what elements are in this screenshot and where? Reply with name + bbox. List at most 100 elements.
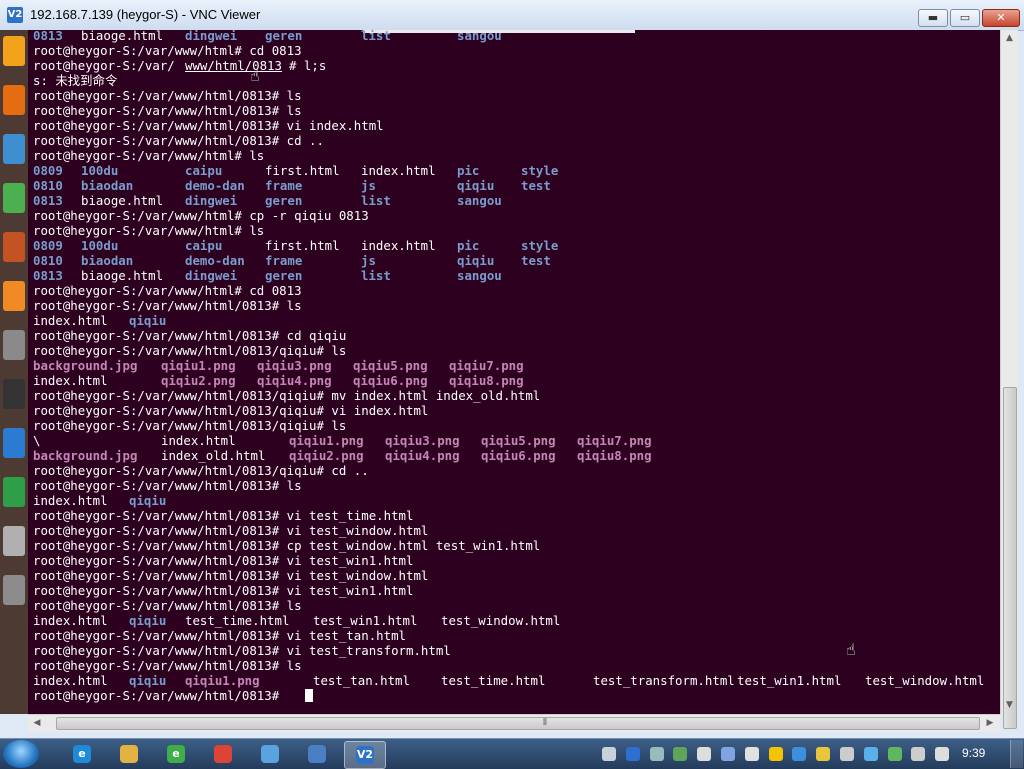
terminal-text: root@heygor-S:/var/www/html/0813# vi tes… bbox=[33, 553, 414, 568]
volume-icon[interactable] bbox=[840, 747, 854, 761]
media-taskbar-button[interactable] bbox=[297, 741, 337, 767]
directory-entry: demo-dan bbox=[185, 178, 245, 193]
image-file-entry: qiqiu1.png bbox=[185, 673, 260, 688]
terminal-text: first.html bbox=[265, 238, 340, 253]
terminal-view[interactable]: 0813 biaoge.html dingwei geren list sangou roo… bbox=[28, 30, 1000, 714]
qq-browser-icon bbox=[261, 745, 279, 763]
directory-entry: 0813 bbox=[33, 268, 63, 283]
directory-entry: frame bbox=[265, 178, 303, 193]
terminal-icon[interactable] bbox=[3, 379, 25, 409]
tray-app-icon[interactable] bbox=[721, 747, 735, 761]
firefox-icon[interactable] bbox=[3, 85, 25, 115]
update-icon[interactable] bbox=[3, 477, 25, 507]
vnc-app-icon[interactable]: V2 bbox=[7, 7, 23, 23]
image-file-entry: qiqiu5.png bbox=[353, 358, 428, 373]
ie-icon: e bbox=[73, 745, 91, 763]
chat-icon[interactable] bbox=[792, 747, 807, 761]
antivirus-icon[interactable] bbox=[673, 747, 688, 761]
terminal-text: root@heygor-S:/var/www/html/0813# cp tes… bbox=[33, 538, 541, 553]
flag-icon[interactable] bbox=[744, 747, 759, 761]
chrome-taskbar-button[interactable] bbox=[203, 741, 243, 767]
terminal-text: index.html bbox=[33, 613, 108, 628]
directory-entry: 0809 bbox=[33, 238, 63, 253]
terminal-text: root@heygor-S:/var/www/html# cd 0813 bbox=[33, 283, 302, 298]
writer-icon[interactable] bbox=[3, 134, 25, 164]
title-bar[interactable]: V2 192.168.7.139 (heygor-S) - VNC Viewer… bbox=[0, 0, 1024, 31]
scroll-up-arrow-icon[interactable]: ▲ bbox=[1001, 33, 1018, 43]
terminal-text: biaoge.html bbox=[81, 193, 164, 208]
remote-icon[interactable] bbox=[3, 428, 25, 458]
horizontal-scroll-thumb[interactable]: ⦀ bbox=[56, 717, 980, 730]
terminal-text: root@heygor-S:/var/www/html/0813# vi tes… bbox=[33, 508, 414, 523]
directory-entry: dingwei bbox=[185, 268, 238, 283]
terminal-text: index.html bbox=[33, 493, 108, 508]
terminal-text: test_window.html bbox=[865, 673, 985, 688]
vnc-viewer-taskbar-button[interactable]: V2 bbox=[344, 741, 386, 769]
minimize-button[interactable]: ▬ bbox=[918, 9, 948, 27]
horizontal-scrollbar[interactable]: ◀ ⦀ ▶ bbox=[28, 714, 1000, 732]
software-center-icon[interactable] bbox=[3, 281, 25, 311]
image-file-entry: qiqiu4.png bbox=[385, 448, 460, 463]
terminal-text: root@heygor-S:/var/www/html/0813/qiqiu# … bbox=[33, 418, 347, 433]
explorer-taskbar-button[interactable] bbox=[109, 741, 149, 767]
image-file-entry: background.jpg bbox=[33, 358, 138, 373]
terminal-text: root@heygor-S:/var/www/html/0813/qiqiu# … bbox=[33, 343, 347, 358]
directory-entry: 100du bbox=[81, 163, 119, 178]
directory-entry: qiqiu bbox=[457, 253, 495, 268]
directory-entry: frame bbox=[265, 253, 303, 268]
network-icon[interactable] bbox=[649, 747, 664, 761]
vertical-scroll-thumb[interactable] bbox=[1003, 387, 1017, 729]
ime-icon[interactable] bbox=[863, 747, 878, 761]
vertical-scrollbar[interactable]: ▲ ▼ bbox=[1000, 30, 1018, 729]
terminal-text: root@heygor-S:/var/www/html/0813# vi tes… bbox=[33, 568, 429, 583]
terminal-text: test_time.html bbox=[441, 673, 546, 688]
tools-icon[interactable] bbox=[3, 526, 25, 556]
directory-entry: qiqiu bbox=[129, 313, 167, 328]
media-icon bbox=[308, 745, 326, 763]
vnc-viewer-icon: V2 bbox=[356, 746, 374, 764]
scroll-left-arrow-icon[interactable]: ◀ bbox=[32, 718, 42, 728]
terminal-text: index.html bbox=[33, 673, 108, 688]
trash-icon[interactable] bbox=[3, 575, 25, 605]
settings-icon[interactable] bbox=[3, 330, 25, 360]
clock[interactable]: 9:39 bbox=[962, 746, 985, 760]
directory-entry: test bbox=[521, 253, 551, 268]
text-cursor bbox=[305, 689, 313, 702]
calc-icon[interactable] bbox=[3, 183, 25, 213]
qq-browser-taskbar-button[interactable] bbox=[250, 741, 290, 767]
terminal-text: root@heygor-S:/var/www/html# ls bbox=[33, 148, 265, 163]
notify-icon[interactable] bbox=[697, 747, 712, 761]
monitor-icon[interactable] bbox=[935, 747, 950, 761]
image-file-entry: qiqiu1.png bbox=[161, 358, 236, 373]
directory-entry: geren bbox=[265, 193, 303, 208]
directory-entry: 0810 bbox=[33, 178, 63, 193]
files-icon[interactable] bbox=[3, 36, 25, 66]
directory-entry: sangou bbox=[457, 268, 502, 283]
image-file-entry: qiqiu1.png bbox=[289, 433, 364, 448]
close-button[interactable]: ✕ bbox=[982, 9, 1020, 27]
show-desktop-button[interactable] bbox=[1010, 740, 1023, 768]
ie-taskbar-button[interactable]: e bbox=[62, 741, 102, 767]
qq-icon[interactable] bbox=[768, 747, 783, 761]
directory-entry: list bbox=[361, 193, 391, 208]
start-button[interactable] bbox=[3, 740, 39, 768]
impress-icon[interactable] bbox=[3, 232, 25, 262]
shield-icon[interactable] bbox=[816, 747, 831, 761]
security-icon[interactable] bbox=[887, 747, 902, 761]
windows-taskbar: 9:39 e e V2 bbox=[0, 738, 1024, 769]
scroll-right-arrow-icon[interactable]: ▶ bbox=[985, 718, 995, 728]
display-icon[interactable] bbox=[911, 747, 926, 761]
scroll-down-arrow-icon[interactable]: ▼ bbox=[1001, 700, 1018, 710]
directory-entry: 0813 bbox=[33, 193, 63, 208]
maximize-button[interactable]: ▭ bbox=[950, 9, 980, 27]
browser360-taskbar-button[interactable]: e bbox=[156, 741, 196, 767]
directory-entry: demo-dan bbox=[185, 253, 245, 268]
terminal-text: biaoge.html bbox=[81, 30, 164, 43]
terminal-text: first.html bbox=[265, 163, 340, 178]
directory-entry: qiqiu bbox=[457, 178, 495, 193]
terminal-text: root@heygor-S:/var/www/html/0813# vi tes… bbox=[33, 523, 429, 538]
help-icon[interactable] bbox=[625, 747, 640, 761]
terminal-text: index.html bbox=[361, 238, 436, 253]
keyboard-icon[interactable] bbox=[602, 747, 616, 761]
image-file-entry: qiqiu8.png bbox=[577, 448, 652, 463]
